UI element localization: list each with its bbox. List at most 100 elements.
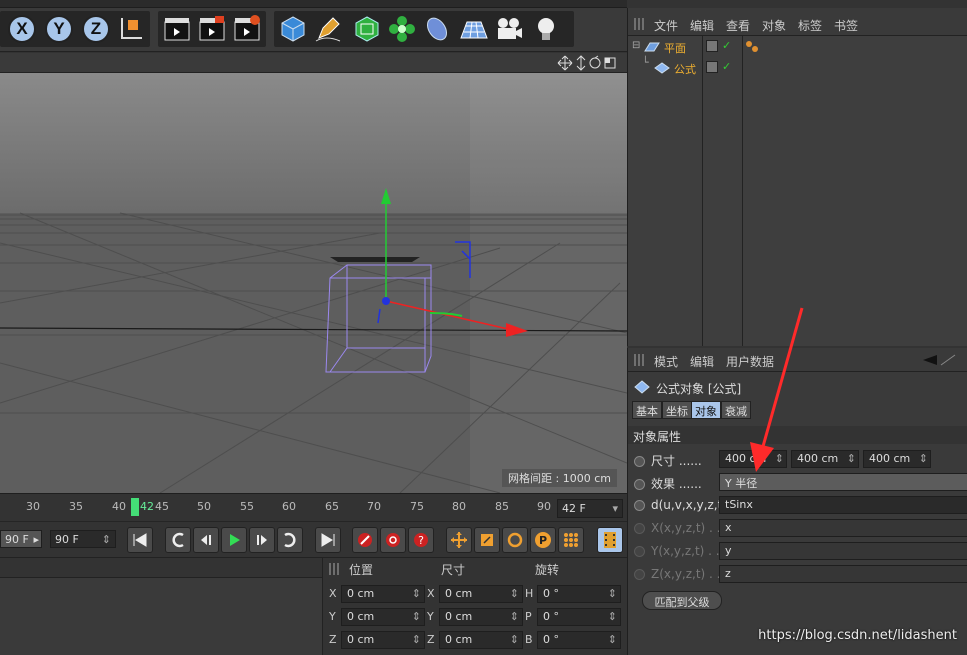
render-view-button[interactable]	[160, 12, 194, 46]
deformer-button[interactable]	[420, 12, 454, 46]
mograph-cloner-button[interactable]	[385, 12, 419, 46]
tab-coord[interactable]: 坐标	[662, 401, 692, 419]
position-header: 位置	[349, 563, 374, 577]
tab-basic[interactable]: 基本	[632, 401, 662, 419]
cube-button[interactable]	[276, 12, 310, 46]
animate-radio-icon[interactable]	[634, 456, 645, 467]
axis-z-button[interactable]: Z	[82, 15, 110, 43]
rotate-icon	[507, 532, 523, 548]
render-settings-button[interactable]	[230, 12, 264, 46]
size-z-label: Z	[427, 633, 435, 646]
playhead-marker[interactable]	[131, 498, 139, 516]
previous-keyframe-button[interactable]	[165, 527, 191, 553]
end-frame-field[interactable]: 90 F ⇕	[50, 530, 116, 548]
tree-row-plane[interactable]: ⊟ 平面 ✓	[630, 38, 740, 56]
position-key-button[interactable]	[446, 527, 472, 553]
tick-label: 50	[197, 500, 211, 513]
autokey-button[interactable]	[380, 527, 406, 553]
animate-radio-icon[interactable]	[634, 479, 645, 490]
object-origin	[382, 297, 390, 305]
tick-label: 40	[112, 500, 126, 513]
match-to-parent-button[interactable]: 匹配到父级	[642, 591, 722, 610]
section-title: 对象属性	[633, 430, 682, 444]
preview-start-field[interactable]: 90 F ▸	[0, 530, 42, 548]
tab-object[interactable]: 对象	[691, 401, 721, 419]
axis-y-button[interactable]: Y	[45, 15, 73, 43]
go-to-start-button[interactable]	[127, 527, 153, 553]
keyframe-selection-button[interactable]: ?	[408, 527, 434, 553]
menu-object[interactable]: 对象	[762, 17, 786, 34]
render-picture-viewer-button[interactable]	[195, 12, 229, 46]
size-header: 尺寸	[441, 563, 466, 577]
size-x-label: X	[427, 587, 435, 600]
point-level-key-button[interactable]	[558, 527, 584, 553]
material-manager-header	[0, 558, 322, 578]
pos-x-field[interactable]: 0 cm ⇕	[341, 585, 425, 603]
size-row-label: 尺寸 ......	[634, 452, 702, 469]
rotation-key-button[interactable]	[502, 527, 528, 553]
layer-icon[interactable]	[706, 40, 718, 52]
tree-row-formula[interactable]: └ 公式 ✓	[630, 56, 740, 77]
layer-icon[interactable]	[706, 61, 718, 73]
plane-object-icon	[644, 42, 660, 52]
svg-text:?: ?	[418, 534, 424, 547]
size-y-label: Y	[427, 610, 434, 623]
material-tag-icon[interactable]	[744, 39, 760, 55]
enabled-check-icon[interactable]: ✓	[722, 60, 731, 73]
subdivision-button[interactable]	[350, 12, 384, 46]
pen-spline-button[interactable]	[311, 12, 345, 46]
play-button[interactable]	[221, 527, 247, 553]
3d-viewport[interactable]: 网格间距 : 1000 cm	[0, 73, 627, 493]
viewport-nav-icons[interactable]	[557, 55, 619, 71]
light-button[interactable]	[529, 12, 563, 46]
tick-label: 60	[282, 500, 296, 513]
tick-label: 75	[410, 500, 424, 513]
enabled-check-icon[interactable]: ✓	[722, 39, 731, 52]
menu-view[interactable]: 查看	[726, 17, 750, 34]
animate-radio-icon[interactable]	[634, 500, 645, 511]
rot-h-field[interactable]: 0 ° ⇕	[537, 585, 621, 603]
previous-frame-button[interactable]	[193, 527, 219, 553]
coordinate-system-button[interactable]	[114, 12, 148, 46]
plane-object-shape	[330, 257, 420, 262]
menu-tags[interactable]: 标签	[798, 17, 822, 34]
current-frame-field[interactable]: 42 F ▾	[557, 499, 623, 518]
size-y-field[interactable]: 0 cm ⇕	[439, 608, 523, 626]
skip-start-icon	[133, 533, 147, 547]
go-to-end-button[interactable]	[315, 527, 341, 553]
panel-grip-icon	[329, 563, 339, 575]
menu-mode[interactable]: 模式	[654, 353, 678, 370]
film-strip-icon	[604, 532, 616, 548]
effect-row-label: 效果 ......	[634, 475, 702, 492]
next-frame-button[interactable]	[249, 527, 275, 553]
pos-z-field[interactable]: 0 cm ⇕	[341, 631, 425, 649]
object-manager: 文件 编辑 查看 对象 标签 书签 ⊟ 平面 ✓ └ 公式 ✓	[627, 8, 967, 346]
watermark-text: https://blog.csdn.net/lidashent	[758, 628, 957, 643]
timeline-ruler[interactable]: 30 35 40 42 45 50 55 60 65 70 75 80 85 9…	[0, 493, 627, 521]
navigate-back-icon[interactable]	[921, 354, 957, 366]
floor-button[interactable]	[457, 12, 491, 46]
record-active-button[interactable]	[352, 527, 378, 553]
rot-b-field[interactable]: 0 ° ⇕	[537, 631, 621, 649]
axis-x-button[interactable]: X	[8, 15, 36, 43]
menu-edit[interactable]: 编辑	[690, 17, 714, 34]
collapse-icon[interactable]: ⊟	[632, 40, 640, 51]
menu-file[interactable]: 文件	[654, 17, 678, 34]
size-z-field[interactable]: 0 cm ⇕	[439, 631, 523, 649]
formula-input[interactable]: tSinx	[719, 496, 967, 514]
parameter-key-button[interactable]: P	[530, 527, 556, 553]
scale-key-button[interactable]	[474, 527, 500, 553]
camera-button[interactable]	[492, 12, 526, 46]
next-keyframe-button[interactable]	[277, 527, 303, 553]
rot-p-field[interactable]: 0 ° ⇕	[537, 608, 621, 626]
size-z-input[interactable]: 400 cm ⇕	[863, 450, 931, 468]
timeline-mode-button[interactable]	[597, 527, 623, 553]
menu-edit[interactable]: 编辑	[690, 353, 714, 370]
x-function-input: x	[719, 519, 967, 537]
menu-bookmarks[interactable]: 书签	[834, 17, 858, 34]
clapper-icon	[164, 18, 190, 41]
main-toolbar: X Y Z	[0, 8, 627, 52]
size-x-field[interactable]: 0 cm ⇕	[439, 585, 523, 603]
effect-dropdown[interactable]: Y 半径	[719, 473, 967, 491]
pos-y-field[interactable]: 0 cm ⇕	[341, 608, 425, 626]
